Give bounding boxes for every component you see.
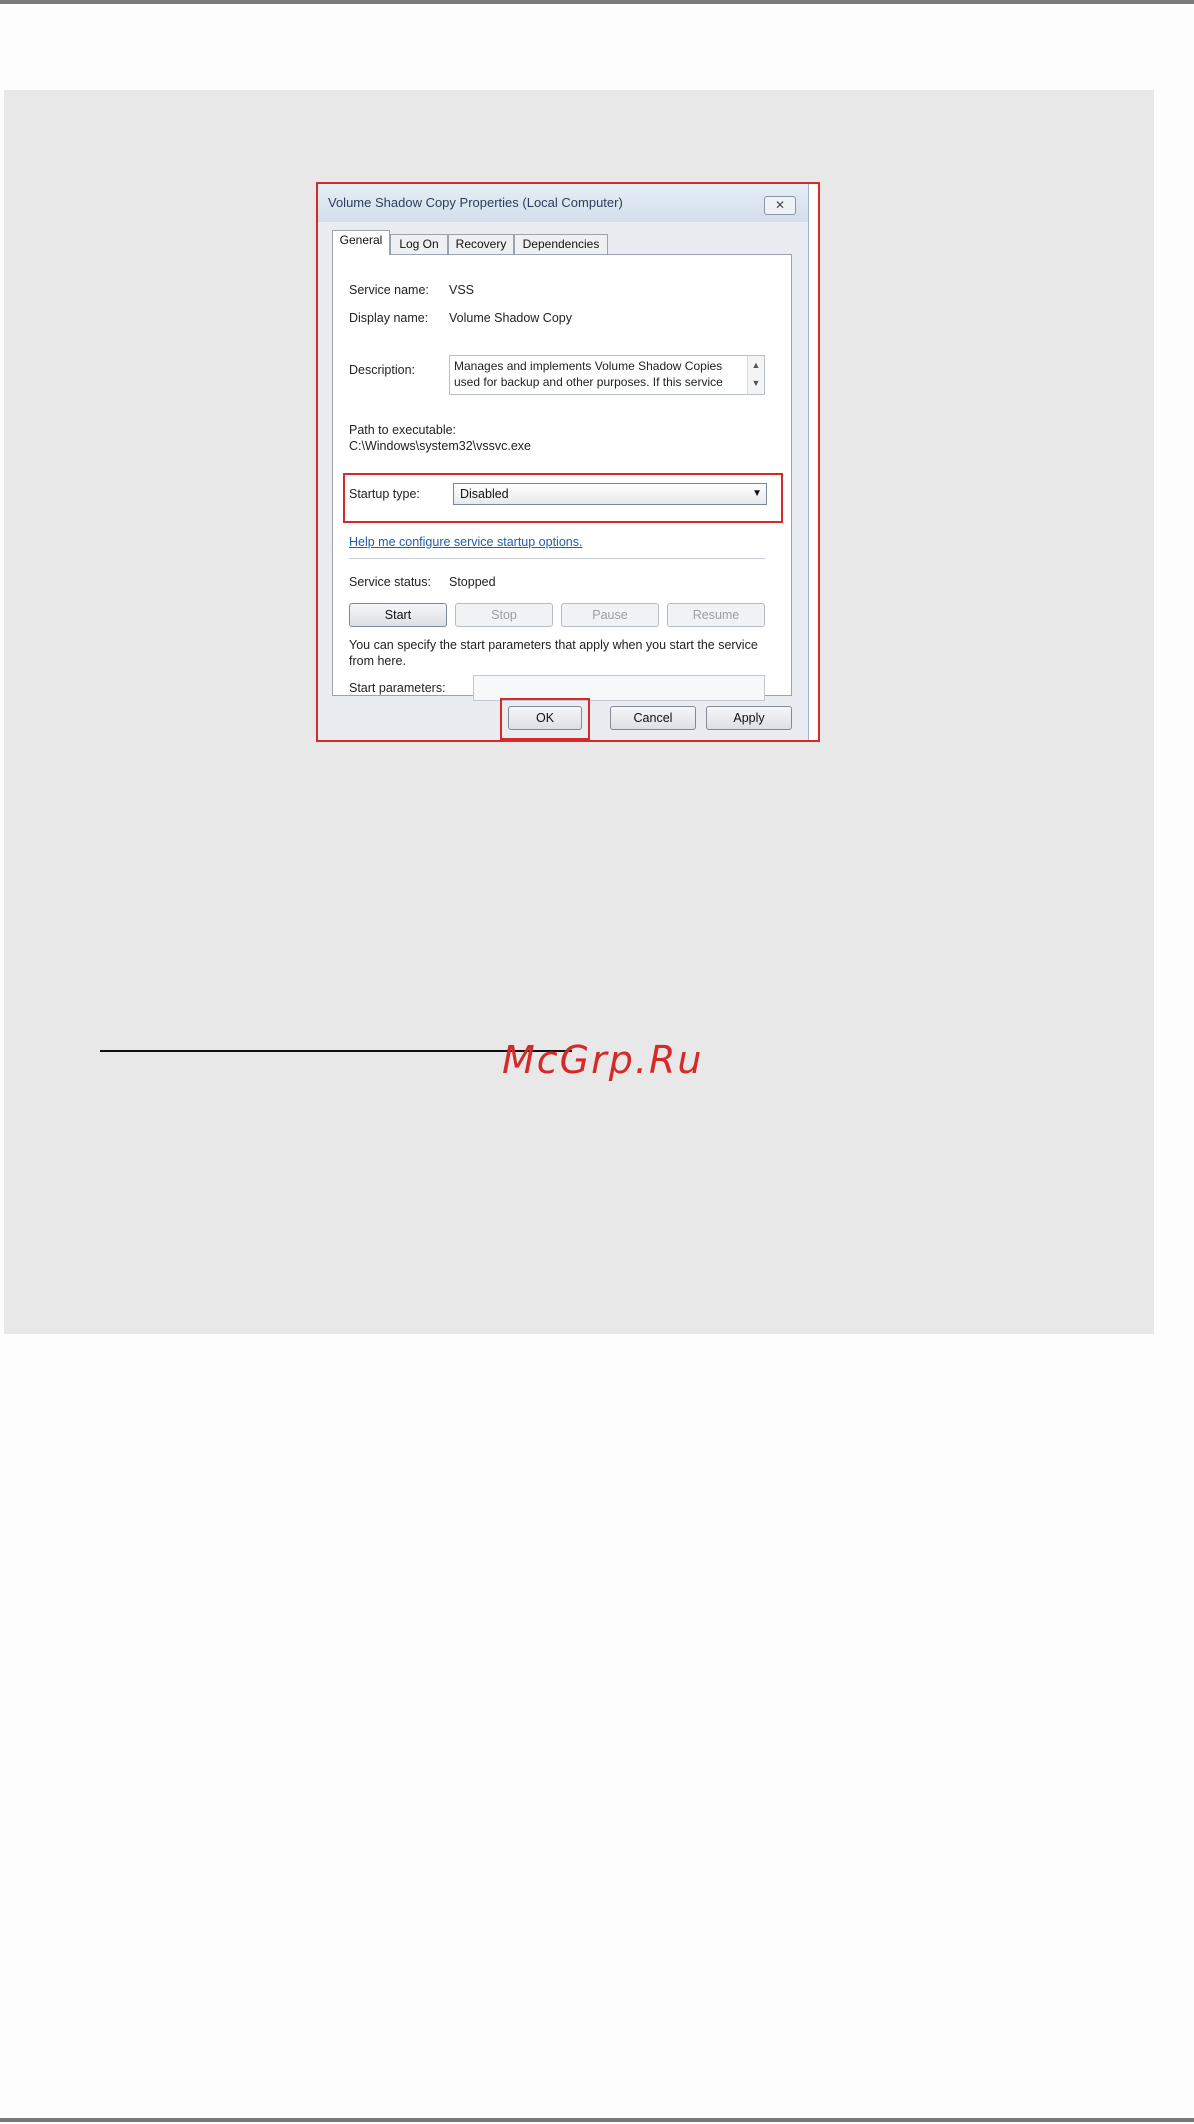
apply-button[interactable]: Apply	[706, 706, 792, 730]
close-button[interactable]: ✕	[764, 196, 796, 215]
startup-type-value: Disabled	[460, 487, 509, 501]
tab-log-on[interactable]: Log On	[390, 234, 448, 254]
service-status-value: Stopped	[449, 575, 496, 589]
tab-general[interactable]: General	[332, 230, 390, 255]
cancel-button[interactable]: Cancel	[610, 706, 696, 730]
startup-type-label: Startup type:	[349, 487, 420, 501]
service-status-label: Service status:	[349, 575, 431, 589]
description-text: Manages and implements Volume Shadow Cop…	[454, 359, 723, 389]
top-rule	[0, 0, 1194, 4]
close-icon: ✕	[774, 198, 786, 212]
help-configure-link[interactable]: Help me configure service startup option…	[349, 535, 582, 549]
start-params-label: Start parameters:	[349, 681, 446, 695]
path-value: C:\Windows\system32\vssvc.exe	[349, 439, 531, 453]
tab-recovery[interactable]: Recovery	[448, 234, 514, 254]
dialog-screenshot: Volume Shadow Copy Properties (Local Com…	[316, 182, 820, 742]
scroll-up-icon[interactable]: ▲	[748, 356, 764, 374]
scroll-down-icon[interactable]: ▼	[748, 374, 764, 392]
tab-dependencies[interactable]: Dependencies	[514, 234, 608, 254]
bottom-rule	[0, 2118, 1194, 2122]
stop-button[interactable]: Stop	[455, 603, 553, 627]
display-name-value: Volume Shadow Copy	[449, 311, 572, 325]
service-name-label: Service name:	[349, 283, 429, 297]
ok-button[interactable]: OK	[508, 706, 582, 730]
display-name-label: Display name:	[349, 311, 429, 325]
description-textbox[interactable]: Manages and implements Volume Shadow Cop…	[449, 355, 765, 395]
dropdown-arrow-icon[interactable]: ▼	[752, 484, 762, 504]
start-params-hint: You can specify the start parameters tha…	[349, 638, 758, 668]
dialog-body: General Log On Recovery Dependencies Ser…	[318, 222, 808, 740]
dialog-title: Volume Shadow Copy Properties (Local Com…	[328, 195, 623, 210]
pause-button[interactable]: Pause	[561, 603, 659, 627]
start-button[interactable]: Start	[349, 603, 447, 627]
startup-type-select[interactable]: Disabled ▼	[453, 483, 767, 505]
background-window-edge	[808, 184, 818, 740]
dialog-titlebar: Volume Shadow Copy Properties (Local Com…	[318, 184, 808, 223]
resume-button[interactable]: Resume	[667, 603, 765, 627]
service-name-value: VSS	[449, 283, 475, 297]
description-label: Description:	[349, 363, 415, 377]
divider	[349, 558, 765, 562]
watermark: McGrp.Ru	[502, 1038, 704, 1082]
general-tab-page: Service name: VSS Display name: Volume S…	[332, 254, 792, 701]
path-label: Path to executable:	[349, 423, 457, 437]
description-scrollbar[interactable]: ▲ ▼	[747, 356, 764, 394]
